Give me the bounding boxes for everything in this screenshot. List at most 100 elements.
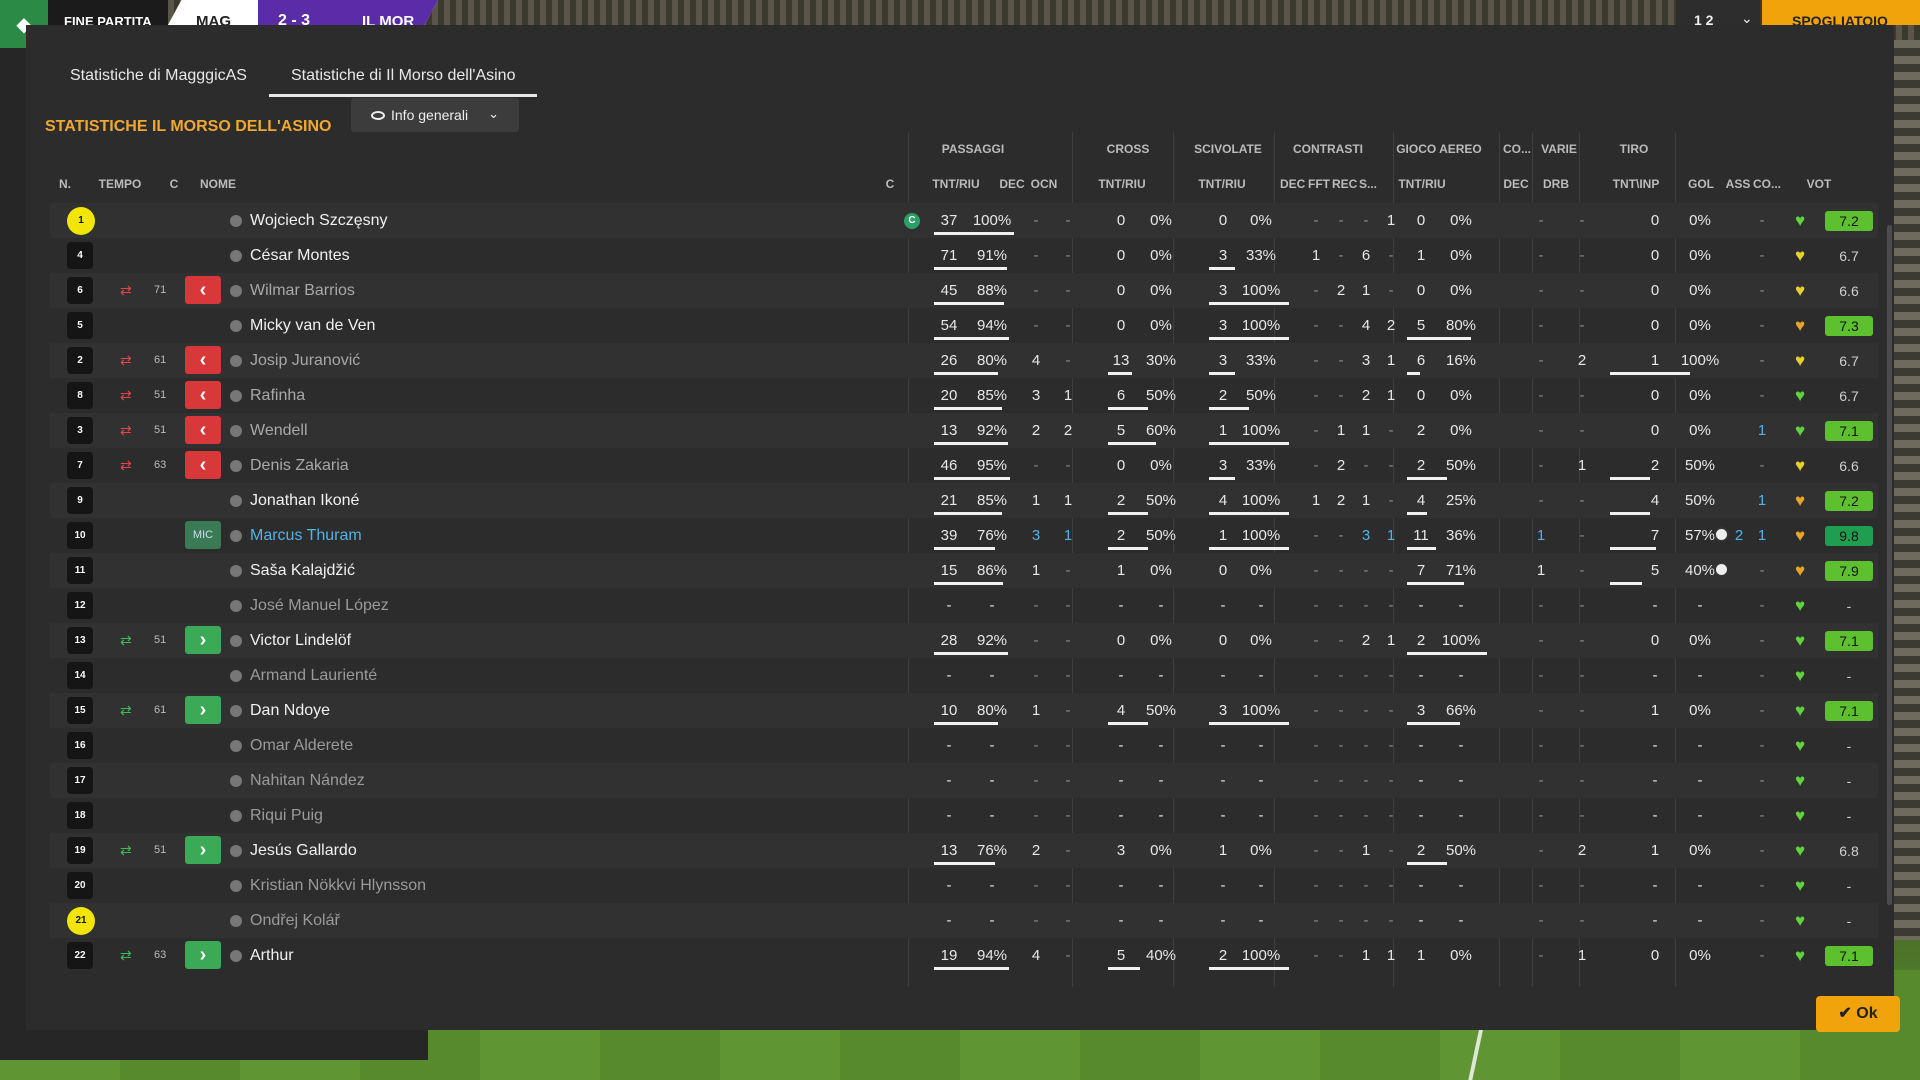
player-name[interactable]: Josip Juranović [250, 343, 360, 378]
sub-in-icon[interactable]: › [185, 941, 221, 969]
player-name[interactable]: Kristian Nökkvi Hlynsson [250, 868, 426, 903]
shots-attempted: 0 [1650, 282, 1660, 299]
player-name[interactable]: Saša Kalajdžić [250, 553, 355, 588]
match-rating: 6.6 [1839, 283, 1859, 299]
sub-out-icon[interactable]: ‹ [185, 381, 221, 409]
player-name[interactable]: Wilmar Barrios [250, 273, 355, 308]
topbar-count-button[interactable]: 1 2 [1676, 0, 1732, 28]
player-name[interactable]: Riqui Puig [250, 798, 323, 833]
morale-heart-icon: ♥ [1794, 701, 1806, 720]
player-name[interactable]: Wojciech Szczęsny [250, 203, 388, 238]
crosses-pct: 0% [1150, 632, 1172, 649]
table-row[interactable]: 3 ⇄ 51 ‹ Wendell 13 92% 2 2 5 60% 1 100% -1 1-2 0% - -0 0%… [50, 413, 1878, 448]
view-dropdown[interactable]: Info generali ⌄ [351, 98, 519, 132]
assists: - [1759, 562, 1765, 579]
player-name[interactable]: Nahitan Nández [250, 763, 365, 798]
co-value: 1 [1536, 527, 1546, 544]
sub-in-icon[interactable]: › [185, 696, 221, 724]
tack-rec: - [1363, 807, 1369, 824]
table-row[interactable]: 8 ⇄ 51 ‹ Rafinha 20 85% 3 1 6 50% 2 50% - -2 1 0 0% - -0 0% -… [50, 378, 1878, 413]
tack-rec: 2 [1361, 387, 1371, 404]
ok-button[interactable]: ✔ Ok [1816, 996, 1900, 1032]
player-name[interactable]: Jonathan Ikoné [250, 483, 359, 518]
stat-bar [1108, 442, 1156, 445]
table-row[interactable]: 9 Jonathan Ikoné 21 85% 1 1 2 50% 4 100% 1 2 1-4 25% -… [50, 483, 1878, 518]
sub-out-icon[interactable]: ‹ [185, 276, 221, 304]
scrollbar[interactable] [1887, 225, 1892, 905]
stat-bar [1209, 407, 1249, 410]
player-name[interactable]: César Montes [250, 238, 350, 273]
tackles-pct: 0% [1250, 212, 1272, 229]
scoreboard: MAG 2 - 3 IL MOR [168, 0, 438, 25]
player-name[interactable]: Denis Zakaria [250, 448, 349, 483]
substitution-icon: ⇄ [120, 282, 132, 298]
player-name[interactable]: José Manuel López [250, 588, 389, 623]
player-name[interactable]: Victor Lindelöf [250, 623, 351, 658]
sub-out-icon[interactable]: ‹ [185, 451, 221, 479]
crosses-pct: 0% [1150, 212, 1172, 229]
headers-attempted: 1 [1416, 247, 1426, 264]
shirt-number: 3 [67, 417, 93, 444]
chevron-down-icon[interactable]: ⌄ [1732, 0, 1760, 26]
table-row[interactable]: 20 Kristian Nökkvi Hlynsson - - - - - - - - - - - - - -… [50, 868, 1878, 903]
player-name[interactable]: Micky van de Ven [250, 308, 375, 343]
sub-out-icon[interactable]: ‹ [185, 346, 221, 374]
goal-ball-icon [1714, 562, 1729, 577]
crosses-attempted: 0 [1116, 212, 1126, 229]
table-row[interactable]: 1 Wojciech Szczęsny C 37 100% - -0 0% 0 0% - - -1 0 0%… [50, 203, 1878, 238]
player-name[interactable]: Marcus Thuram [250, 518, 362, 553]
table-row[interactable]: 7 ⇄ 63 ‹ Denis Zakaria 46 95% - -0 0% 3 33% -2- -2 50%… [50, 448, 1878, 483]
sub-out-icon[interactable]: ‹ [185, 416, 221, 444]
table-row[interactable]: 6 ⇄ 71 ‹ Wilmar Barrios 45 88% - -0 0% 3 100% -2 1-0 0… [50, 273, 1878, 308]
tack-fft: - [1338, 702, 1344, 719]
player-name[interactable]: Omar Alderete [250, 728, 353, 763]
player-name[interactable]: Dan Ndoye [250, 693, 330, 728]
tackles-pct: 33% [1245, 457, 1277, 474]
table-row[interactable]: 4 César Montes 71 91% - -0 0% 3 33% 1-6-1 0% - -0 0% -… [50, 238, 1878, 273]
player-name[interactable]: Wendell [250, 413, 308, 448]
tackles-pct: - [1258, 737, 1264, 754]
key-passes: - [1033, 737, 1039, 754]
table-row[interactable]: 14 Armand Laurienté - - - - - - - - - - - - - - - - - - - ♥ - [50, 658, 1878, 693]
table-row[interactable]: 18 Riqui Puig - - - - - - - - - - - - - - - - - - - ♥ - [50, 798, 1878, 833]
assists: - [1759, 702, 1765, 719]
table-row[interactable]: 13 ⇄ 51 › Victor Lindelöf 28 92% - -0 0% 0 0% - -2 1 2 1… [50, 623, 1878, 658]
sub-in-icon[interactable]: › [185, 836, 221, 864]
table-row[interactable]: 15 ⇄ 61 › Dan Ndoye 10 80% 1-4 50% 3 100% - - - -3 66% -… [50, 693, 1878, 728]
shirt-number: 7 [67, 452, 93, 479]
table-row[interactable]: 12 José Manuel López - - - - - - - - - - - - - - - - - - - ♥ - [50, 588, 1878, 623]
column-header[interactable]: VOT [1794, 177, 1844, 191]
dressing-room-button[interactable]: SPOGLIATOIO [1762, 0, 1920, 29]
table-row[interactable]: 16 Omar Alderete - - - - - - - - - - - - - - - - - - - ♥ - [50, 728, 1878, 763]
player-name[interactable]: Ondřej Kolář [250, 903, 340, 938]
shots-pct: - [1697, 667, 1703, 684]
table-row[interactable]: 11 Saša Kalajdžić 15 86% 1-1 0% 0 0% - - - -7 71% 1-5… [50, 553, 1878, 588]
tack-dec: - [1313, 352, 1319, 369]
table-row[interactable]: 10 MIC Marcus Thuram 39 76% 3 1 2 50% 1 100% - -3 1 11… [50, 518, 1878, 553]
player-name[interactable]: Jesús Gallardo [250, 833, 357, 868]
table-row[interactable]: 19 ⇄ 51 › Jesús Gallardo 13 76% 2-3 0% 1 0% - -1-2 50… [50, 833, 1878, 868]
tack-rec: 1 [1361, 422, 1371, 439]
column-header[interactable]: NOME [200, 177, 260, 191]
tackles-attempted: - [1220, 877, 1226, 894]
tab-home-stats[interactable]: Statistiche di MagggicAS [48, 57, 269, 97]
tackles-pct: - [1258, 597, 1264, 614]
tackles-attempted: - [1220, 807, 1226, 824]
tab-away-stats[interactable]: Statistiche di Il Morso dell'Asino [268, 57, 538, 97]
tackles-pct: 33% [1245, 352, 1277, 369]
sub-in-icon[interactable]: › [185, 626, 221, 654]
table-row[interactable]: 22 ⇄ 63 › Arthur 19 94% 4-5 40% 2 100% - -1 1 1 0% -1 0 0%… [50, 938, 1878, 973]
tack-dec: - [1313, 772, 1319, 789]
table-row[interactable]: 17 Nahitan Nández - - - - - - - - - - - - - - - - - - - ♥ - [50, 763, 1878, 798]
tack-rec: 1 [1361, 947, 1371, 964]
table-row[interactable]: 21 Ondřej Kolář - - - - - - - - - - - - - - - - - - - ♥ - [50, 903, 1878, 938]
column-group-header: CROSS [1106, 142, 1150, 156]
player-name[interactable]: Armand Laurienté [250, 658, 377, 693]
player-name[interactable]: Rafinha [250, 378, 305, 413]
table-row[interactable]: 2 ⇄ 61 ‹ Josip Juranović 26 80% 4-13 30% 3 33% - -3 1… [50, 343, 1878, 378]
morale-heart-icon: ♥ [1794, 561, 1806, 580]
match-rating: - [1846, 668, 1852, 684]
stat-bar [934, 582, 1003, 585]
player-name[interactable]: Arthur [250, 938, 294, 973]
table-row[interactable]: 5 Micky van de Ven 54 94% - -0 0% 3 100% - -4 2 5 80%… [50, 308, 1878, 343]
